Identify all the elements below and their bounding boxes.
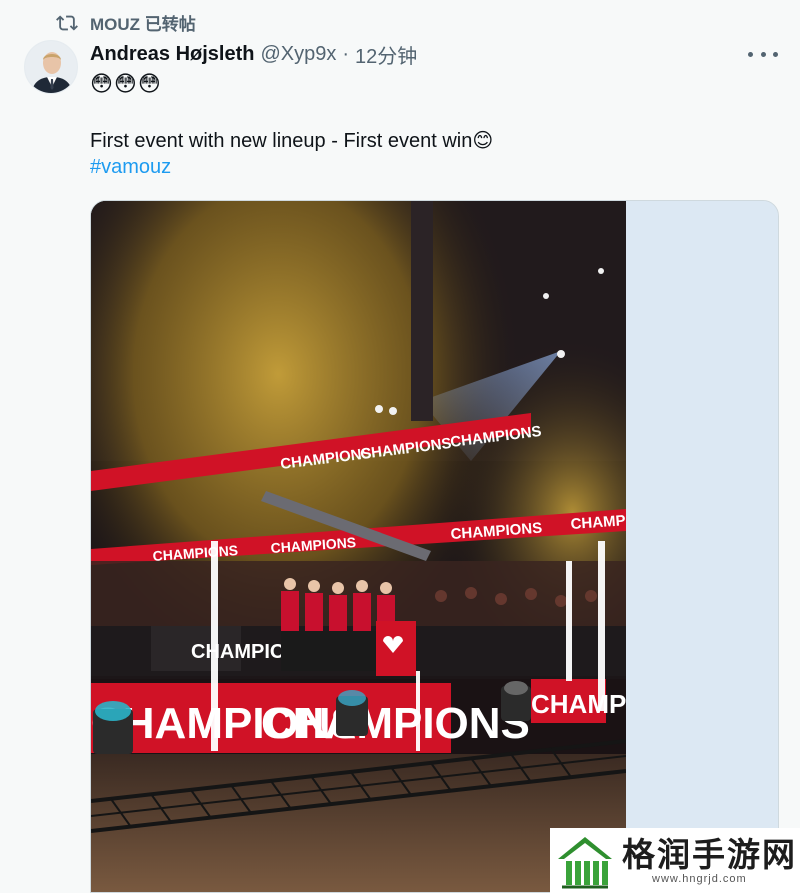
tweet-media[interactable]: CHAMPIONS CHAMPIONS CHAMPIONS CHAMPIONS … bbox=[90, 200, 779, 893]
separator-dot: · bbox=[342, 43, 350, 65]
photo-arena-scene: CHAMPIONS CHAMPIONS CHAMPIONS CHAMPIONS … bbox=[91, 201, 626, 892]
hashtag-link[interactable]: #vamouz bbox=[90, 156, 171, 179]
repost-label: MOUZ 已转帖 bbox=[90, 15, 196, 34]
author-handle[interactable]: @Xyp9x bbox=[260, 43, 336, 66]
avatar[interactable] bbox=[24, 40, 78, 94]
tweet-text: First event with new lineup - First even… bbox=[90, 130, 494, 152]
tweet-photo[interactable]: CHAMPIONS CHAMPIONS CHAMPIONS CHAMPIONS … bbox=[91, 201, 626, 892]
watermark-url: www.hngrjd.com bbox=[652, 872, 747, 885]
avatar-image bbox=[25, 41, 77, 93]
tweet-header: Andreas Højsleth @Xyp9x · 12分钟 bbox=[90, 40, 417, 69]
timestamp[interactable]: 12分钟 bbox=[355, 40, 417, 69]
tweet-emoji-line: 😳😳😳 bbox=[90, 71, 162, 96]
author-name[interactable]: Andreas Højsleth bbox=[90, 43, 254, 66]
more-icon[interactable] bbox=[748, 44, 778, 64]
repost-indicator[interactable]: MOUZ 已转帖 bbox=[56, 10, 196, 35]
watermark-title: 格润手游网 bbox=[622, 834, 797, 874]
site-watermark: 格润手游网 www.hngrjd.com bbox=[550, 828, 800, 893]
repost-icon bbox=[56, 12, 78, 34]
watermark-logo-icon bbox=[556, 832, 614, 889]
svg-text:CHAMPIONS: CHAMPIONS bbox=[531, 689, 626, 719]
media-side-panel bbox=[626, 201, 778, 892]
svg-text:CHAMPIONS: CHAMPIONS bbox=[261, 699, 530, 748]
